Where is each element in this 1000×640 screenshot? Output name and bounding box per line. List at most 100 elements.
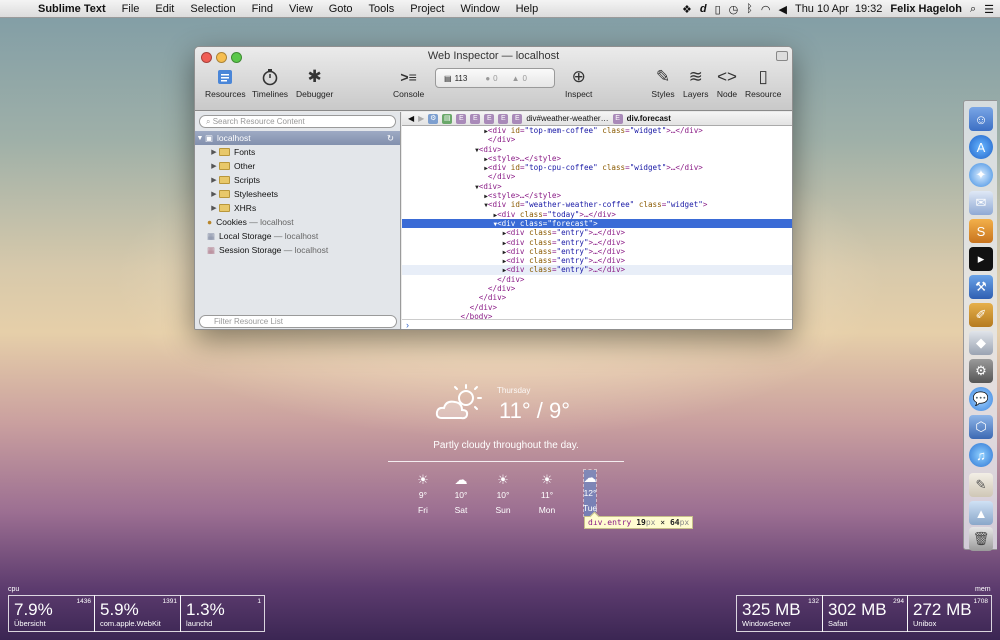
timelines-button[interactable]: Timelines xyxy=(252,65,288,99)
styles-button[interactable]: ✎ Styles xyxy=(651,65,675,99)
xcode-icon[interactable]: ⚒ xyxy=(969,275,993,299)
tree-item-local-storage[interactable]: ▦ Local Storage — localhost xyxy=(195,229,400,243)
mem-process-box: 302 MB 294 Safari xyxy=(822,595,908,632)
menu-project[interactable]: Project xyxy=(402,3,452,15)
app-store-icon[interactable]: A xyxy=(969,135,993,159)
dom-node-line[interactable]: ▶<style>…</style> xyxy=(402,191,792,200)
tree-item-cookies[interactable]: ● Cookies — localhost xyxy=(195,215,400,229)
breadcrumb-element-icon[interactable]: E xyxy=(612,113,623,124)
resources-button[interactable]: Resources xyxy=(205,65,246,99)
layers-button[interactable]: ≋ Layers xyxy=(683,65,709,99)
dom-node-line[interactable]: </div> xyxy=(402,172,792,181)
dom-node-line[interactable]: ▶<div class="entry">…</div> xyxy=(402,238,792,247)
sketch-icon[interactable]: ◆ xyxy=(969,331,993,355)
dom-node-line[interactable]: ▼<div> xyxy=(402,145,792,154)
code-token: class xyxy=(602,163,626,173)
menu-help[interactable]: Help xyxy=(508,3,547,15)
bluetooth-icon[interactable]: ᛒ xyxy=(746,3,753,15)
reload-icon[interactable]: ↻ xyxy=(387,133,394,144)
dash-icon[interactable]: d xyxy=(700,3,707,15)
dropbox-icon[interactable]: ❖ xyxy=(682,3,692,16)
menubar-clock[interactable]: Thu 10 Apr 19:32 xyxy=(795,3,882,15)
console-button[interactable]: >≡ Console xyxy=(393,65,424,99)
cpu-process-box: 1.3% 1 launchd xyxy=(180,595,265,632)
code-token: class xyxy=(529,265,552,275)
breadcrumb-element-icon[interactable]: E xyxy=(512,113,523,124)
dom-node-line[interactable]: ▼<div> xyxy=(402,182,792,191)
battery-mini-icon[interactable]: ▯ xyxy=(715,3,721,16)
tree-folder-item[interactable]: ▶ Other xyxy=(195,159,400,173)
menubar-user[interactable]: Felix Hageloh xyxy=(890,3,962,15)
menu-goto[interactable]: Goto xyxy=(321,3,361,15)
dom-node-line[interactable]: </div> xyxy=(402,275,792,284)
dom-node-line[interactable]: ▶<div id="top-cpu-coffee" class="widget"… xyxy=(402,163,792,173)
menu-tools[interactable]: Tools xyxy=(361,3,403,15)
time-machine-icon[interactable]: ◷ xyxy=(729,3,739,16)
forward-arrow-icon[interactable]: ▶ xyxy=(418,114,424,123)
menu-edit[interactable]: Edit xyxy=(147,3,182,15)
dom-node-line[interactable]: ▶<div class="entry">…</div> xyxy=(402,256,792,265)
dom-node-line[interactable]: ▶<div class="entry">…</div> xyxy=(402,228,792,237)
inspect-button[interactable]: ⊕ Inspect xyxy=(565,65,592,99)
breadcrumb-element-icon[interactable]: E xyxy=(456,113,467,124)
dom-node-line[interactable]: </div> xyxy=(402,303,792,312)
mail-icon[interactable]: ✉ xyxy=(969,191,993,215)
virtualbox-icon[interactable]: ⬡ xyxy=(969,415,993,439)
tree-folder-item[interactable]: ▶ XHRs xyxy=(195,201,400,215)
menu-view[interactable]: View xyxy=(281,3,321,15)
trash-icon[interactable]: 🗑 xyxy=(969,527,993,551)
breadcrumb-element-icon[interactable]: E xyxy=(484,113,495,124)
dom-node-selected[interactable]: ▼<div class="forecast"> xyxy=(402,218,792,229)
breadcrumb-current[interactable]: div.forecast xyxy=(627,114,671,123)
dom-node-line[interactable]: ▼<div id="weather-weather-coffee" class=… xyxy=(402,200,792,209)
dom-node-line[interactable]: ▶<div class="entry">…</div> xyxy=(402,265,792,275)
activity-status[interactable]: ▤ 113 ● 0 ▲ 0 xyxy=(435,68,555,88)
menu-window[interactable]: Window xyxy=(452,3,507,15)
tree-item-session-storage[interactable]: ▦ Session Storage — localhost xyxy=(195,243,400,257)
tree-folder-item[interactable]: ▶ Fonts xyxy=(195,145,400,159)
mem-process-box: 272 MB 1708 Unibox xyxy=(907,595,992,632)
dom-node-line[interactable]: </div> xyxy=(402,293,792,302)
dom-node-line[interactable]: ▶<div class="entry">…</div> xyxy=(402,247,792,256)
menu-find[interactable]: Find xyxy=(244,3,281,15)
menu-file[interactable]: File xyxy=(114,3,148,15)
wifi-icon[interactable]: ◠ xyxy=(761,3,771,16)
search-resource-input[interactable]: ⌕ Search Resource Content xyxy=(199,115,396,128)
terminal-icon[interactable]: ▸ xyxy=(969,247,993,271)
filter-resource-input[interactable]: Filter Resource List xyxy=(199,315,397,328)
breadcrumb-parent[interactable]: div#weather-weather… xyxy=(526,114,608,123)
breadcrumb-document-icon[interactable]: ▤ xyxy=(442,113,453,124)
volume-icon[interactable]: ◀ xyxy=(779,3,787,16)
tree-folder-item[interactable]: ▶ Scripts xyxy=(195,173,400,187)
console-prompt[interactable]: › xyxy=(402,319,792,329)
menu-selection[interactable]: Selection xyxy=(182,3,243,15)
dom-node-line[interactable]: ▶<div id="top-mem-coffee" class="widget"… xyxy=(402,126,792,135)
tree-folder-item[interactable]: ▶ Stylesheets xyxy=(195,187,400,201)
messages-icon[interactable]: 💬 xyxy=(969,387,993,411)
cpu-value: 1.3% xyxy=(186,600,225,619)
resource-button[interactable]: ▯ Resource xyxy=(745,65,781,99)
debugger-button[interactable]: ✱ Debugger xyxy=(296,65,333,99)
toolbar-toggle-button[interactable] xyxy=(776,51,788,61)
dom-node-line[interactable]: ▶<style>…</style> xyxy=(402,154,792,163)
editor-icon[interactable]: ✐ xyxy=(969,303,993,327)
dom-node-line[interactable]: </div> xyxy=(402,135,792,144)
breadcrumb-element-icon[interactable]: E xyxy=(470,113,481,124)
notification-center-icon[interactable]: ☰ xyxy=(984,3,994,16)
finder-icon[interactable]: ☺ xyxy=(969,107,993,131)
sublime-text-icon[interactable]: S xyxy=(969,219,993,243)
dom-node-line[interactable]: </div> xyxy=(402,284,792,293)
menu-app-name[interactable]: Sublime Text xyxy=(30,3,114,15)
breadcrumb-element-icon[interactable]: E xyxy=(498,113,509,124)
spotlight-icon[interactable]: ⌕ xyxy=(970,3,976,16)
applications-folder-icon[interactable]: ▲ xyxy=(969,501,993,525)
system-preferences-icon[interactable]: ⚙ xyxy=(969,359,993,383)
safari-icon[interactable]: ✦ xyxy=(969,163,993,187)
itunes-icon[interactable]: ♫ xyxy=(969,443,993,467)
node-button[interactable]: <> Node xyxy=(715,65,739,99)
tree-item-localhost[interactable]: ▼ ▣ localhost ↻ xyxy=(195,131,400,145)
dom-node-line[interactable]: ▶<div class="today">…</div> xyxy=(402,210,792,219)
breadcrumb-root-icon[interactable]: ⚙ xyxy=(428,113,439,124)
back-arrow-icon[interactable]: ◀ xyxy=(408,114,414,123)
notes-icon[interactable]: ✎ xyxy=(969,473,993,497)
